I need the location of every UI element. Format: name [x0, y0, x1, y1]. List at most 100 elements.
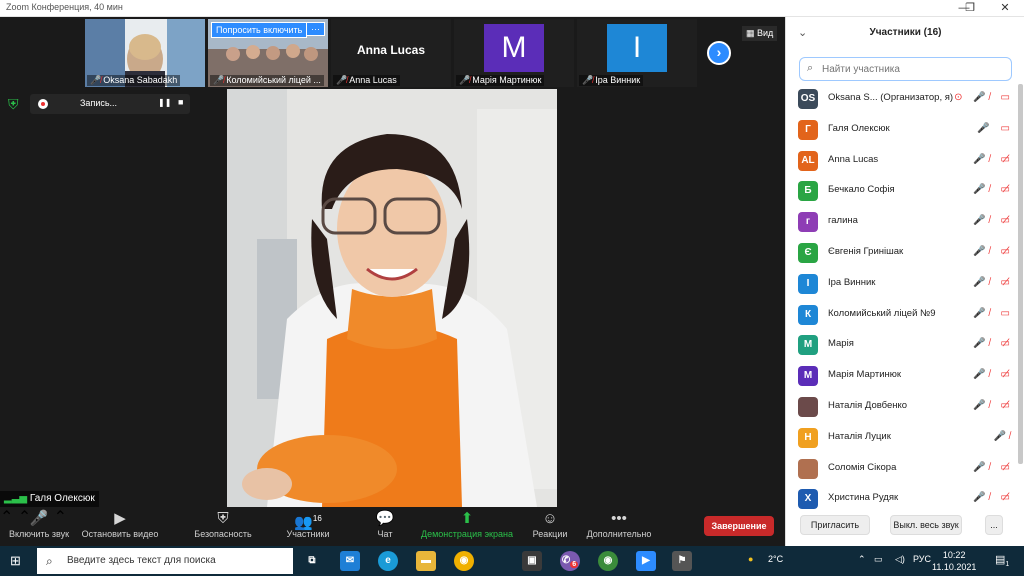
close-window-button[interactable]: ✕ — [985, 0, 1024, 17]
participant-row[interactable]: Є Євгенія Гринішак 🎤̸ ▭̸ — [786, 238, 1018, 269]
store-icon[interactable]: ▣ — [522, 551, 542, 571]
view-button[interactable]: ▦ Вид — [742, 26, 778, 41]
mic-camera-status-icons: 🎤̸ ▭̸ — [973, 184, 1014, 196]
gallery-tile-mariia[interactable]: M 🎤̸ Марія Мартинюк — [454, 19, 574, 87]
participant-row[interactable]: Н Наталія Луцик 🎤̸ — [786, 423, 1018, 454]
participant-row[interactable]: М Марія Мартинюк 🎤̸ ▭̸ — [786, 361, 1018, 392]
mic-camera-status-icons: 🎤̸ ▭̸ — [973, 399, 1014, 411]
language-indicator[interactable]: РУС — [913, 554, 931, 564]
ask-to-start-video-button[interactable]: Попросить включить — [211, 22, 308, 38]
mic-camera-status-icons: ⊙ 🎤̸ ▭ — [954, 92, 1014, 103]
share-screen-icon: ⬆ — [460, 510, 474, 527]
mic-camera-status-icons: 🎤 ▭ — [977, 122, 1014, 134]
search-icon: ⌕ — [807, 62, 814, 74]
participant-row[interactable]: Г Галя Олексюк 🎤 ▭ — [786, 115, 1018, 146]
maximize-button[interactable]: ❐ — [950, 0, 990, 17]
participant-row[interactable]: г галина 🎤̸ ▭̸ — [786, 207, 1018, 238]
windows-taskbar: ⊞ ⌕ Введите здесь текст для поиска ⧉ ✉ e… — [0, 546, 1024, 576]
task-view-icon[interactable]: ⧉ — [302, 551, 322, 571]
notifications-icon[interactable]: ▤1 — [995, 553, 1009, 568]
more-dots-icon: ••• — [611, 510, 627, 527]
tile-more-button[interactable]: ··· — [306, 22, 325, 36]
viber-icon[interactable]: ✆ 6 — [560, 551, 580, 571]
encryption-shield-icon: ⛨ — [8, 96, 19, 112]
participant-name: Anna Lucas — [828, 153, 879, 165]
participant-name: Марія — [828, 338, 854, 350]
avatar: М — [798, 335, 818, 356]
scrollbar[interactable] — [1018, 84, 1023, 464]
participant-row[interactable]: Соломія Сікора 🎤̸ ▭̸ — [786, 454, 1018, 485]
edge-icon[interactable]: e — [378, 551, 398, 571]
participant-row[interactable]: М Марія 🎤̸ ▭̸ — [786, 330, 1018, 361]
chrome-profile-icon[interactable]: ◉ — [598, 551, 618, 571]
search-input[interactable] — [822, 61, 1007, 77]
smile-icon: ☺ — [542, 510, 558, 527]
chat-icon: 💬 — [375, 510, 395, 527]
participants-button[interactable]: 👥16 Участники — [280, 507, 336, 546]
active-app-icon[interactable]: ⚑ — [672, 551, 692, 571]
mute-all-button[interactable]: Выкл. весь звук — [890, 515, 962, 535]
gallery-tile-anna[interactable]: Anna Lucas 🎤̸ Anna Lucas — [331, 19, 451, 87]
mail-icon[interactable]: ✉ — [340, 551, 360, 571]
stop-recording-button[interactable]: ■ — [178, 97, 183, 107]
taskbar-search-box[interactable]: ⌕ Введите здесь текст для поиска — [37, 548, 293, 574]
participant-row[interactable]: І Іра Винник 🎤̸ ▭̸ — [786, 269, 1018, 300]
participants-icon: 👥16 — [294, 514, 322, 531]
participants-panel: ⌄ Участники (16) ⌕ OS Oksana S... (Органи… — [785, 17, 1024, 546]
chat-button[interactable]: 💬 Чат — [365, 507, 405, 546]
avatar: Г — [798, 119, 818, 140]
tray-chevron-icon[interactable]: ⌃ — [858, 554, 866, 565]
active-speaker-name: ▂▃▅ Галя Олексюк — [0, 491, 99, 507]
active-speaker-video — [227, 89, 557, 507]
mic-camera-status-icons: 🎤̸ ▭̸ — [973, 153, 1014, 165]
gallery-tile-ira[interactable]: I 🎤̸ Іра Винник — [577, 19, 697, 87]
avatar: OS — [798, 89, 818, 109]
weather-icon[interactable]: ● — [748, 554, 753, 564]
participant-row[interactable]: Б Бечкало Софія 🎤̸ ▭̸ — [786, 176, 1018, 207]
file-explorer-icon[interactable]: ▬ — [416, 551, 436, 571]
end-meeting-button[interactable]: Завершение — [704, 516, 774, 536]
panel-more-button[interactable]: ... — [985, 515, 1003, 535]
participant-name: Oksana S... (Организатор, я) — [828, 92, 954, 103]
clock[interactable]: 10:22 11.10.2021 — [932, 549, 976, 573]
participant-row[interactable]: OS Oksana S... (Организатор, я) ⊙ 🎤̸ ▭ — [786, 84, 1018, 115]
participant-row[interactable]: Х Христина Рудяк 🎤̸ ▭̸ — [786, 484, 1018, 515]
avatar: К — [798, 304, 818, 325]
participant-search[interactable]: ⌕ — [799, 57, 1012, 81]
participant-row[interactable]: AL Anna Lucas 🎤̸ ▭̸ — [786, 146, 1018, 177]
tile-name: 🎤̸ Oksana Sabadakh — [87, 75, 181, 86]
volume-icon[interactable]: ◁) — [895, 554, 905, 565]
muted-mic-icon: 🎤̸ — [90, 75, 102, 85]
panel-header: ⌄ Участники (16) — [786, 17, 1024, 49]
pause-recording-button[interactable]: ❚❚ — [158, 98, 171, 107]
chrome-icon[interactable]: ◉ — [454, 551, 474, 571]
share-screen-button[interactable]: ⬆ Демонстрация экрана — [418, 507, 516, 546]
security-button[interactable]: ⛨ Безопасность — [190, 507, 256, 546]
reactions-button[interactable]: ☺ Реакции — [528, 507, 572, 546]
invite-button[interactable]: Пригласить — [800, 515, 870, 535]
video-stage: 🎤̸ Oksana Sabadakh Попросить включить ···… — [0, 17, 785, 507]
participant-row[interactable]: К Коломийський ліцей №9 🎤̸ ▭ — [786, 300, 1018, 331]
participant-name: галина — [828, 215, 858, 227]
participant-name: Соломія Сікора — [828, 461, 897, 473]
recording-indicator: Запись... ❚❚ ■ — [30, 94, 190, 114]
unmute-button[interactable]: 🎤 Включить звук — [5, 507, 73, 546]
participant-list: OS Oksana S... (Организатор, я) ⊙ 🎤̸ ▭ Г Гал… — [786, 84, 1018, 515]
participant-row[interactable]: Наталія Довбенко 🎤̸ ▭̸ — [786, 392, 1018, 423]
speaker-video-frame — [227, 89, 557, 507]
muted-mic-icon: 🎤̸ — [213, 75, 225, 85]
gallery-tile-oksana[interactable]: 🎤̸ Oksana Sabadakh — [85, 19, 205, 87]
network-icon[interactable]: ▭ — [874, 554, 883, 565]
next-page-button[interactable]: › — [707, 41, 731, 65]
more-button[interactable]: ••• Дополнительно — [582, 507, 656, 546]
windows-start-icon[interactable]: ⊞ — [10, 554, 24, 568]
gallery-tile-kolomyia[interactable]: Попросить включить ··· 🎤̸ Коломийський лі… — [208, 19, 328, 87]
tile-name: 🎤̸ Іра Винник — [579, 75, 644, 86]
avatar: Х — [798, 489, 818, 510]
weather-temp[interactable]: 2°C — [768, 554, 783, 564]
muted-mic-icon: 🎤̸ — [336, 75, 348, 85]
stop-video-button[interactable]: ▶ Остановить видео — [80, 507, 160, 546]
participant-name: Христина Рудяк — [828, 492, 899, 504]
zoom-icon[interactable]: ▶ — [636, 551, 656, 571]
recording-label: Запись... — [80, 98, 118, 108]
